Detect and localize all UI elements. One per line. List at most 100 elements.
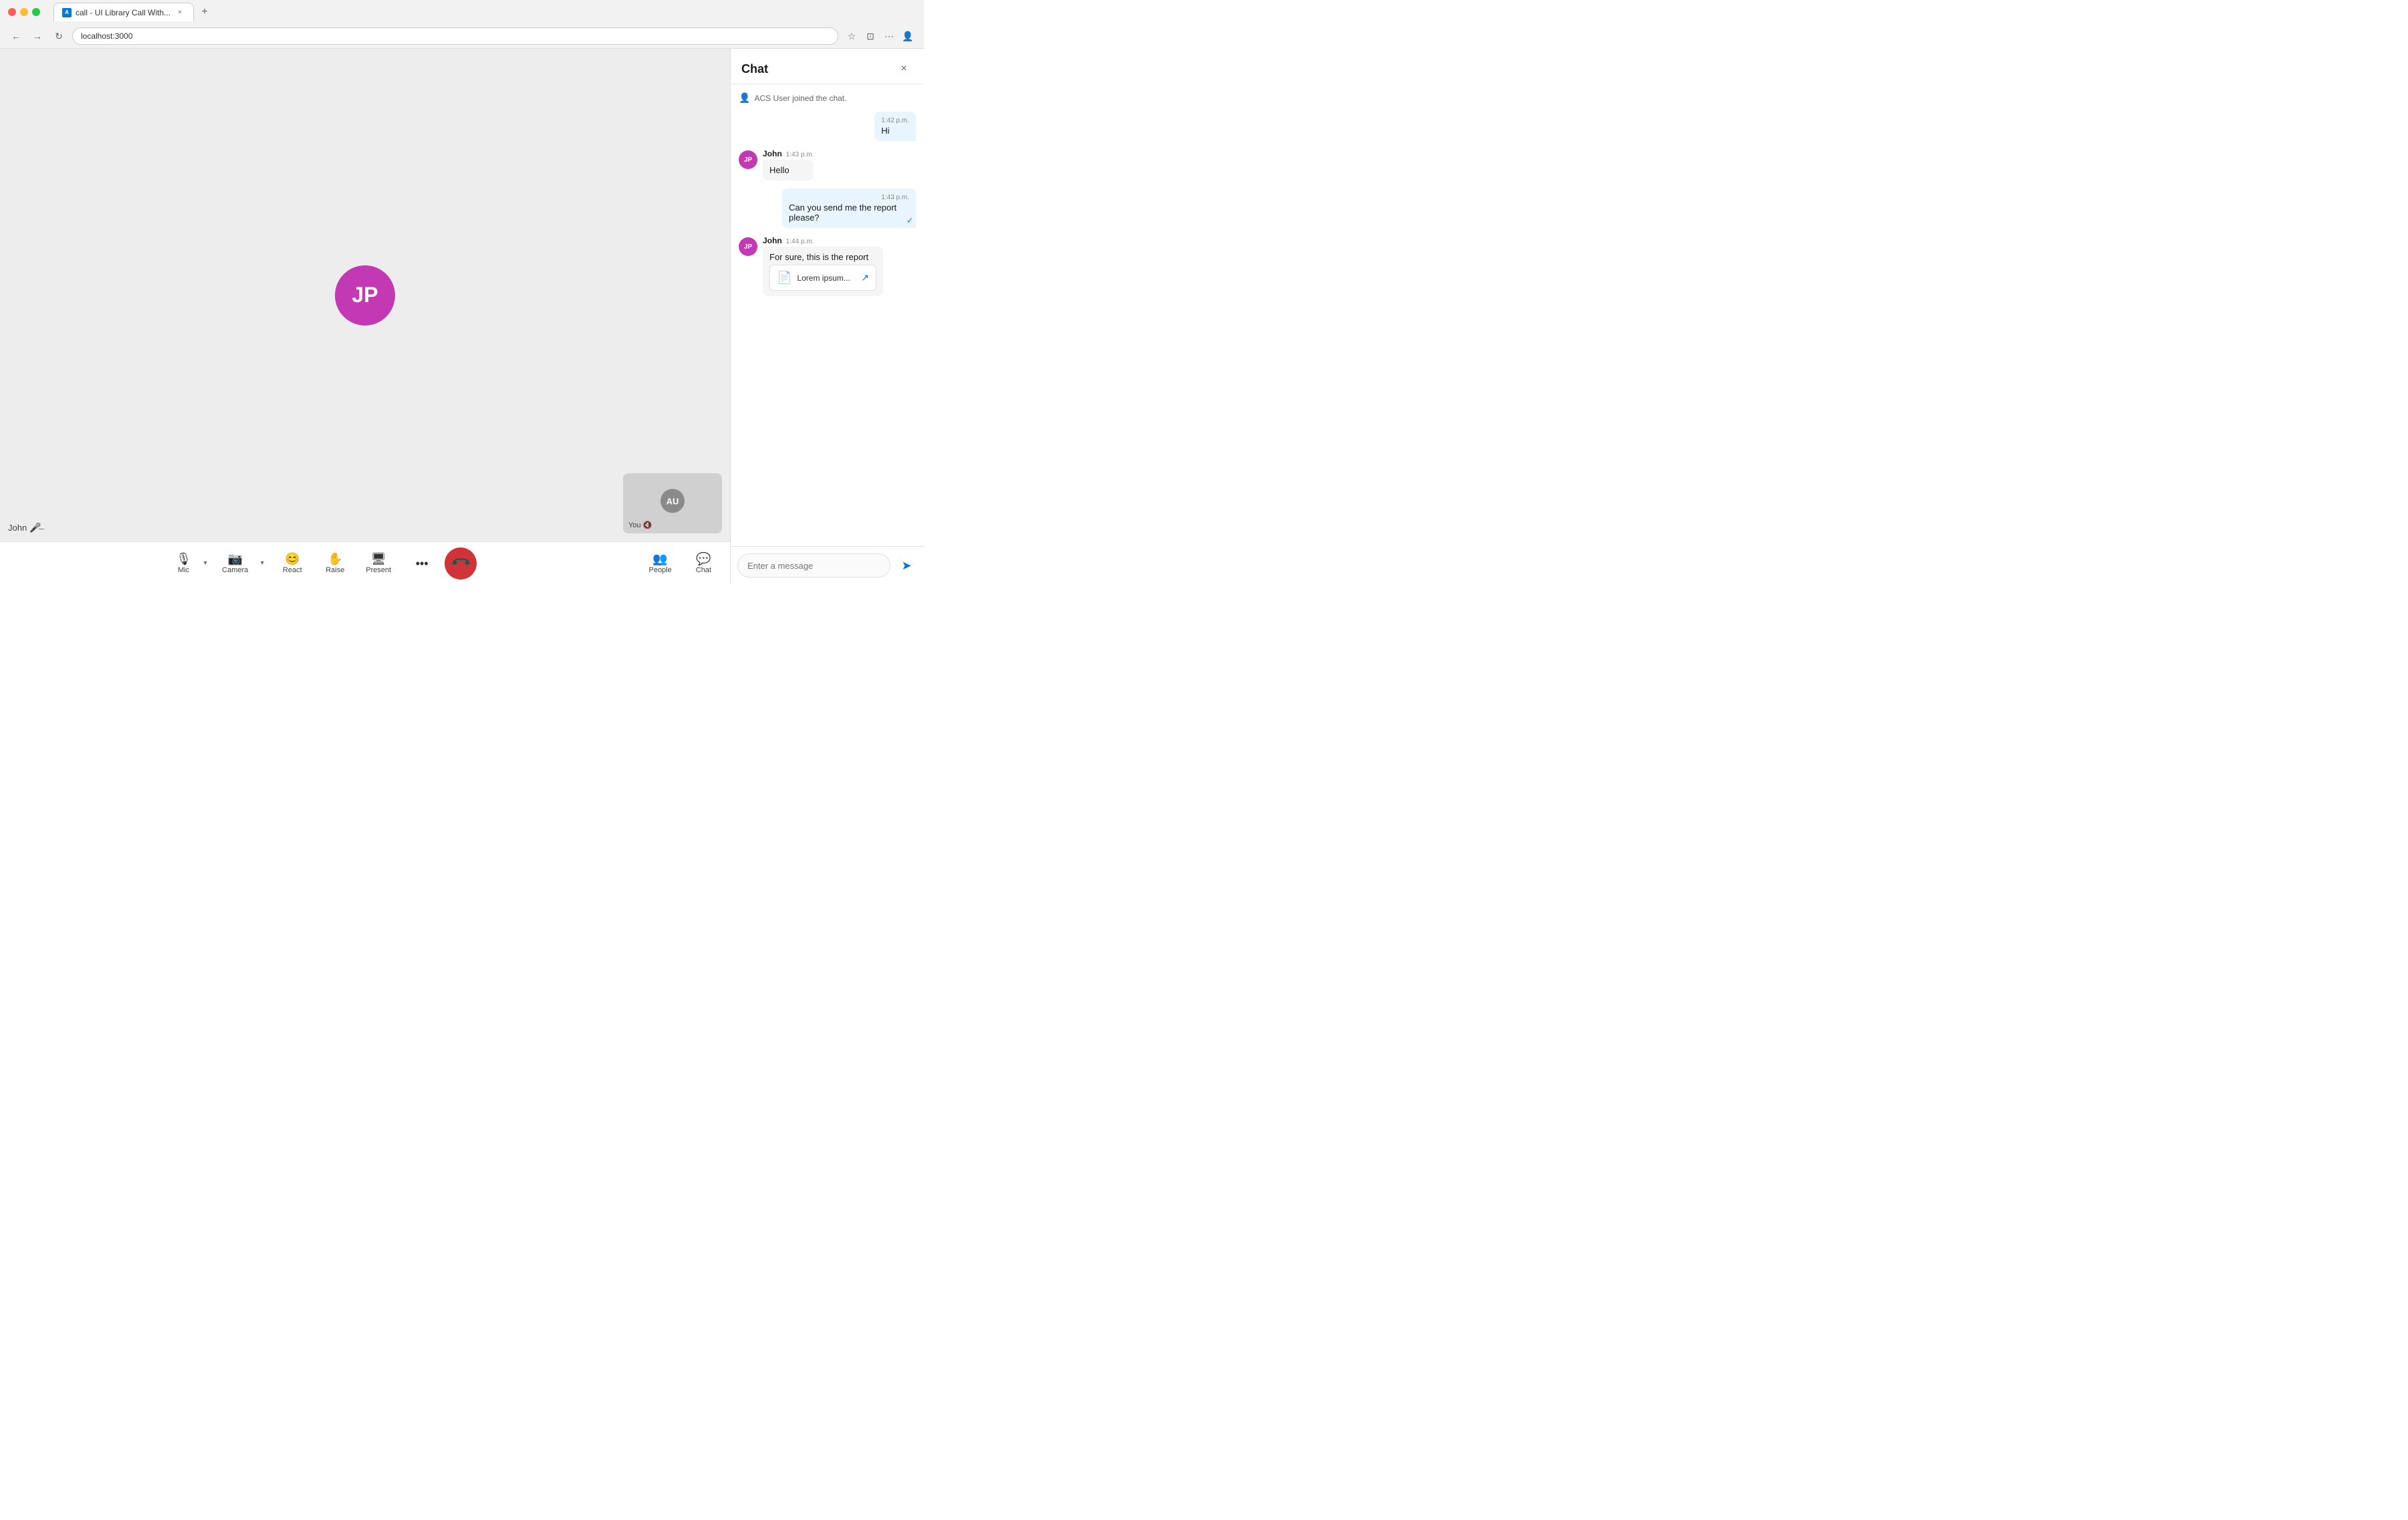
msg-text-1: Hi <box>881 126 909 136</box>
msg-sender-2: John <box>763 149 782 158</box>
camera-button-group: 📷 Camera ▾ <box>215 547 269 580</box>
people-icon: 👥 <box>652 553 667 565</box>
attachment-name: Lorem ipsum... <box>797 273 856 283</box>
self-view: AU You 🔇 <box>623 473 722 533</box>
react-label: React <box>283 566 302 574</box>
tab-close-button[interactable]: × <box>174 7 185 18</box>
people-button[interactable]: 👥 People <box>638 547 682 580</box>
react-icon: 😊 <box>285 553 299 565</box>
app-container: JP John 🎤̶ AU You 🔇 <box>0 49 924 584</box>
participant-name-label: John 🎤̶ <box>8 522 41 533</box>
participant-avatar: JP <box>335 265 395 326</box>
mic-chevron-icon: ▾ <box>204 559 207 567</box>
more-button[interactable]: ⋯ <box>881 28 897 44</box>
address-text: localhost:3000 <box>81 31 132 41</box>
mic-label: Mic <box>178 566 189 574</box>
chat-label: Chat <box>696 566 711 574</box>
msg-sender-4: John <box>763 236 782 245</box>
system-message-icon: 👤 <box>739 92 750 104</box>
msg-avatar-john-1: JP <box>739 150 757 169</box>
msg-avatar-john-2: JP <box>739 237 757 256</box>
chat-title: Chat <box>741 62 768 76</box>
raise-label: Raise <box>326 566 344 574</box>
chat-button[interactable]: 💬 Chat <box>685 547 722 580</box>
msg-header-4: John 1:44 p.m. <box>763 236 883 245</box>
call-area: JP John 🎤̶ AU You 🔇 <box>0 49 730 584</box>
participant-initials: JP <box>352 283 378 307</box>
react-button[interactable]: 😊 React <box>272 547 312 580</box>
msg-text-4: For sure, this is the report <box>769 252 876 262</box>
attachment-card[interactable]: 📄 Lorem ipsum... ↗ <box>769 265 876 291</box>
msg-bubble-left-4: For sure, this is the report 📄 Lorem ips… <box>763 247 883 296</box>
chat-close-button[interactable]: × <box>894 59 913 78</box>
participant-name-text: John <box>8 523 27 533</box>
message-right-1: 1:42 p.m. Hi <box>739 112 916 141</box>
attachment-open-icon[interactable]: ↗ <box>861 272 869 283</box>
people-label: People <box>648 566 671 574</box>
split-button[interactable]: ⊡ <box>862 28 878 44</box>
message-left-2: JP John 1:43 p.m. Hello <box>739 149 916 180</box>
browser-tab[interactable]: A call - UI Library Call With... × <box>53 3 194 21</box>
chat-close-icon: × <box>900 63 907 75</box>
tab-title: call - UI Library Call With... <box>76 8 170 17</box>
camera-chevron-button[interactable]: ▾ <box>255 547 269 580</box>
call-main: JP John 🎤̶ AU You 🔇 <box>0 49 730 541</box>
control-bar-center: 🎙 Mic ▾ 📷 Camera ▾ <box>8 547 638 580</box>
chat-send-button[interactable]: ➤ <box>896 555 917 576</box>
end-call-icon: 📞 <box>449 551 473 575</box>
forward-button[interactable]: → <box>29 28 45 44</box>
profile-button[interactable]: 👤 <box>900 28 916 44</box>
msg-bubble-left-2: Hello <box>763 160 814 180</box>
chat-input-area: ➤ <box>731 546 924 584</box>
new-tab-button[interactable]: + <box>197 4 213 20</box>
maximize-traffic-light[interactable] <box>32 8 40 16</box>
camera-label: Camera <box>222 566 248 574</box>
end-call-button[interactable]: 📞 <box>445 547 477 580</box>
attachment-icon: 📄 <box>777 271 792 285</box>
minimize-traffic-light[interactable] <box>20 8 28 16</box>
chat-send-icon: ➤ <box>901 559 911 573</box>
back-button[interactable]: ← <box>8 28 24 44</box>
browser-actions: ☆ ⊡ ⋯ 👤 <box>844 28 916 44</box>
chat-panel: Chat × 👤 ACS User joined the chat. 1:42 … <box>730 49 924 584</box>
message-right-3: 1:43 p.m. Can you send me the report ple… <box>739 188 916 228</box>
browser-titlebar: A call - UI Library Call With... × + <box>0 0 924 24</box>
chat-input[interactable] <box>737 553 890 578</box>
more-icon: ••• <box>416 557 429 569</box>
star-button[interactable]: ☆ <box>844 28 860 44</box>
mic-chevron-button[interactable]: ▾ <box>198 547 213 580</box>
msg-timestamp-3: 1:43 p.m. <box>789 194 909 201</box>
close-traffic-light[interactable] <box>8 8 16 16</box>
chat-messages: 👤 ACS User joined the chat. 1:42 p.m. Hi… <box>731 84 924 546</box>
camera-button[interactable]: 📷 Camera <box>215 547 255 580</box>
self-label: You 🔇 <box>628 521 652 529</box>
traffic-lights <box>8 8 40 16</box>
address-bar[interactable]: localhost:3000 <box>72 27 838 45</box>
mic-icon: 🎙 <box>176 553 191 565</box>
self-avatar: AU <box>660 489 685 513</box>
self-initials: AU <box>667 496 679 506</box>
msg-content-2: John 1:43 p.m. Hello <box>763 149 814 180</box>
raise-button[interactable]: ✋ Raise <box>315 547 355 580</box>
browser-addressbar: ← → ↻ localhost:3000 ☆ ⊡ ⋯ 👤 <box>0 24 924 48</box>
camera-chevron-icon: ▾ <box>261 559 264 567</box>
control-bar-right: 👥 People 💬 Chat <box>638 547 722 580</box>
msg-timestamp-1: 1:42 p.m. <box>881 117 909 124</box>
participant-mic-muted-icon: 🎤̶ <box>29 522 41 533</box>
present-icon: 🖥 <box>371 553 386 565</box>
browser-chrome: A call - UI Library Call With... × + ← →… <box>0 0 924 49</box>
system-message-text: ACS User joined the chat. <box>754 94 846 103</box>
msg-check-icon: ✓ <box>907 216 913 225</box>
mic-button[interactable]: 🎙 Mic <box>169 547 198 580</box>
msg-header-2: John 1:43 p.m. <box>763 149 814 158</box>
refresh-button[interactable]: ↻ <box>51 28 67 44</box>
message-left-4: JP John 1:44 p.m. For sure, this is the … <box>739 236 916 296</box>
camera-icon: 📷 <box>227 553 242 565</box>
msg-timestamp-2: 1:43 p.m. <box>786 151 814 158</box>
present-button[interactable]: 🖥 Present <box>358 547 399 580</box>
system-message: 👤 ACS User joined the chat. <box>739 92 916 104</box>
message-bubble-right-1: 1:42 p.m. Hi <box>874 112 916 141</box>
present-label: Present <box>366 566 391 574</box>
more-button[interactable]: ••• <box>402 547 442 580</box>
raise-icon: ✋ <box>328 553 342 565</box>
